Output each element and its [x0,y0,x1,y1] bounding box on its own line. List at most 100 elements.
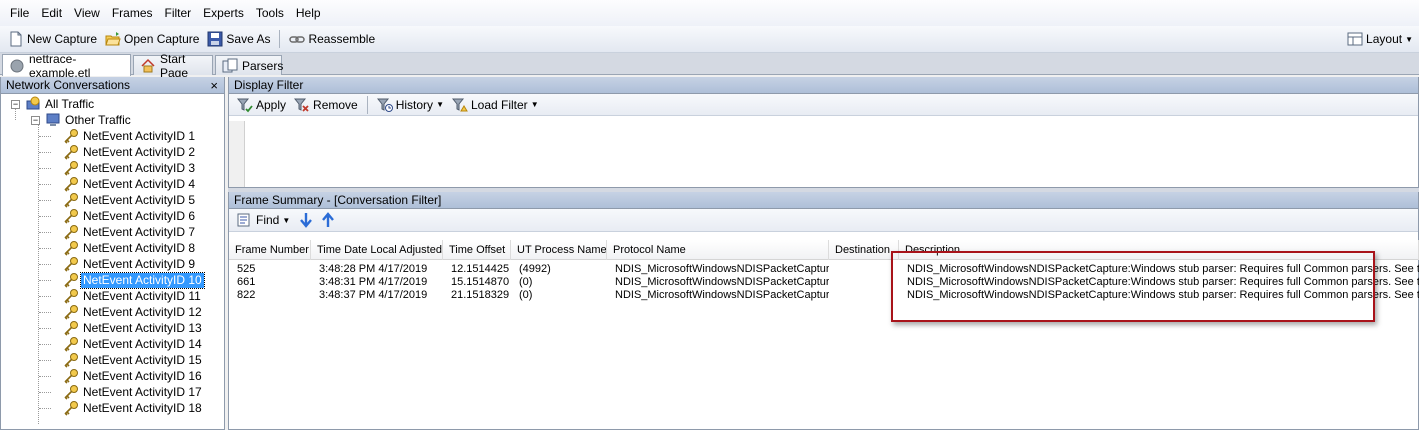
tree-item-activity[interactable]: NetEvent ActivityID 12 [63,304,204,320]
tab-nettrace-example[interactable]: nettrace-example.etl [2,52,131,80]
open-folder-icon [105,32,121,46]
col-process-name-cell: (4992) [519,263,551,275]
tree-label: All Traffic [45,96,95,111]
tree-item-activity[interactable]: NetEvent ActivityID 8 [63,240,197,256]
col-process-name-cell: (0) [519,289,533,301]
load-filter-dropdown[interactable]: Load Filter ▼ [448,94,543,116]
tree-item-activity[interactable]: NetEvent ActivityID 18 [63,400,204,416]
tree-item-other-traffic[interactable]: − Other Traffic [31,112,133,128]
load-filter-icon [451,98,468,111]
tree-connector [39,264,51,265]
reassemble-label: Reassemble [308,32,376,46]
tree-item-activity[interactable]: NetEvent ActivityID 9 [63,256,197,272]
tree-connector [38,124,39,424]
tree-connector [39,136,51,137]
collapse-icon[interactable]: − [31,115,40,125]
chain-link-icon [289,36,306,43]
display-filter-toolbar: Apply Remove History ▼ Load Filter ▼ [229,94,1418,116]
document-tab-strip: nettrace-example.etl Start Page Parsers [0,52,1419,80]
tab-parsers[interactable]: Parsers [215,55,283,75]
tree-item-all-traffic[interactable]: − All Traffic [11,96,96,112]
menu-file[interactable]: File [4,0,35,26]
key-icon [64,161,78,176]
col-frame-number-header[interactable]: Frame Number [229,240,311,260]
tree-item-activity[interactable]: NetEvent ActivityID 14 [63,336,204,352]
reassemble-button[interactable]: Reassemble [285,28,379,50]
apply-filter-button[interactable]: Apply [233,94,290,116]
arrow-up-icon[interactable] [320,212,336,228]
tree-item-activity[interactable]: NetEvent ActivityID 7 [63,224,197,240]
parsers-icon [222,58,238,72]
new-document-icon [10,31,22,47]
collapse-icon[interactable]: − [11,99,20,109]
key-icon [64,177,78,192]
key-icon [64,225,78,240]
open-capture-button[interactable]: Open Capture [101,28,203,50]
menu-frames[interactable]: Frames [106,0,159,26]
tree-item-activity[interactable]: NetEvent ActivityID 13 [63,320,204,336]
tree-item-activity[interactable]: NetEvent ActivityID 15 [63,352,204,368]
tree-item-activity[interactable]: NetEvent ActivityID 4 [63,176,197,192]
tree-label: NetEvent ActivityID 18 [83,400,202,415]
key-icon [64,193,78,208]
tree-item-activity[interactable]: NetEvent ActivityID 16 [63,368,204,384]
layout-button[interactable]: Layout ▼ [1347,28,1413,50]
tree-connector [39,216,51,217]
tree-item-activity[interactable]: NetEvent ActivityID 1 [63,128,197,144]
tree-item-activity[interactable]: NetEvent ActivityID 11 [63,288,203,304]
home-icon [141,58,155,72]
tree-connector [39,152,51,153]
key-icon [64,241,78,256]
capture-file-icon [10,59,24,72]
frame-summary-toolbar: Find ▼ [229,209,1418,232]
col-process-name-cell: (0) [519,276,533,288]
filter-text-editor[interactable] [229,121,1418,187]
key-icon [64,305,78,320]
find-dropdown[interactable]: Find ▼ [233,209,294,231]
tree-connector [39,184,51,185]
tree-connector [39,360,51,361]
history-icon [376,98,393,112]
tree-label: NetEvent ActivityID 15 [83,352,202,367]
new-capture-button[interactable]: New Capture [4,28,101,50]
col-time-date-cell: 3:48:28 PM 4/17/2019 [319,263,428,275]
toolbar-separator [366,95,368,114]
tree-item-activity[interactable]: NetEvent ActivityID 17 [63,384,204,400]
history-dropdown[interactable]: History ▼ [373,94,448,116]
tree-connector [39,200,51,201]
col-frame-number-cell: 822 [237,289,256,301]
tree-label: NetEvent ActivityID 7 [83,224,196,239]
tree-item-activity[interactable]: NetEvent ActivityID 2 [63,144,197,160]
close-icon[interactable]: × [210,77,218,94]
tree-label: NetEvent ActivityID 6 [83,208,196,223]
remove-filter-button[interactable]: Remove [290,94,362,116]
tree-item-activity[interactable]: NetEvent ActivityID 5 [63,192,197,208]
menu-edit[interactable]: Edit [35,0,68,26]
key-icon [64,273,78,288]
pane-title: Frame Summary - [Conversation Filter] [234,193,442,207]
tree-connector [39,376,51,377]
floppy-disk-icon [207,31,223,47]
tree-item-activity[interactable]: NetEvent ActivityID 6 [63,208,197,224]
menu-help[interactable]: Help [290,0,327,26]
arrow-down-icon[interactable] [298,212,314,228]
remove-label: Remove [313,97,358,112]
col-protocol-name-header[interactable]: Protocol Name [607,240,829,260]
menu-experts[interactable]: Experts [197,0,250,26]
col-destination-header[interactable]: Destination [829,240,899,260]
save-as-button[interactable]: Save As [203,28,274,50]
tree-label: NetEvent ActivityID 8 [83,240,196,255]
tab-start-page[interactable]: Start Page [133,52,213,80]
display-filter-pane: Display Filter Apply Remove History ▼ Lo… [228,77,1419,188]
menu-tools[interactable]: Tools [250,0,290,26]
filter-apply-icon [237,98,253,112]
col-time-offset-header[interactable]: Time Offset [443,240,511,260]
menu-view[interactable]: View [68,0,106,26]
tree-item-activity[interactable]: NetEvent ActivityID 10 [63,271,205,289]
col-time-date-header[interactable]: Time Date Local Adjusted [311,240,443,260]
col-time-offset-cell: 12.1514425 [451,263,510,275]
tree-connector [39,392,51,393]
tree-item-activity[interactable]: NetEvent ActivityID 3 [63,160,197,176]
col-process-name-header[interactable]: UT Process Name [511,240,607,260]
menu-filter[interactable]: Filter [159,0,198,26]
